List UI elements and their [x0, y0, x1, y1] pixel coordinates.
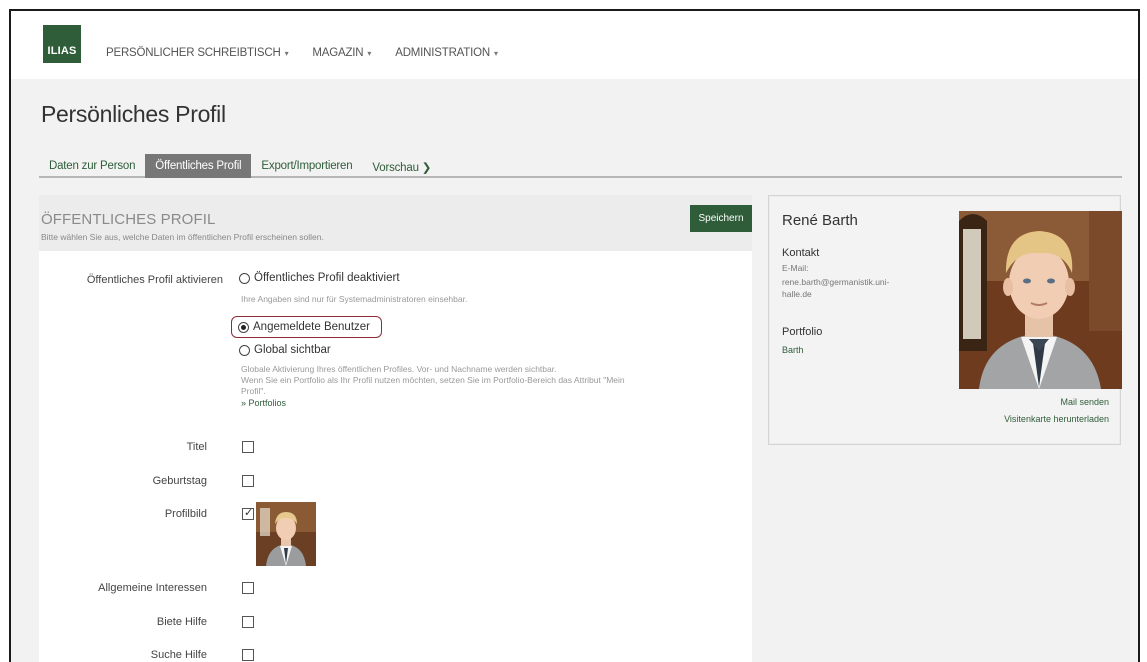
ilias-logo[interactable]: ILIAS [43, 25, 81, 63]
tab-label: Vorschau [372, 162, 419, 174]
profile-picture-thumbnail [256, 502, 316, 566]
checkbox-birthday[interactable] [242, 475, 254, 487]
global-hint-line-1: Globale Aktivierung Ihres öffentlichen P… [241, 364, 557, 374]
tab-label: Export/Importieren [261, 160, 353, 172]
nav-personal-desk[interactable]: PERSÖNLICHER SCHREIBTISCH ▾ [106, 47, 289, 59]
form-subtitle: Bitte wählen Sie aus, welche Daten im öf… [41, 232, 324, 242]
global-hint-line-2: Wenn Sie ein Portfolio als Ihr Profil nu… [241, 375, 625, 385]
radio-profile-disabled[interactable]: Öffentliches Profil deaktiviert [239, 272, 400, 284]
tab-personal-data[interactable]: Daten zur Person [39, 154, 145, 178]
profile-card-inner: René Barth Kontakt E-Mail: rene.barth@ge… [770, 197, 1122, 443]
radio-global-visible[interactable]: Global sichtbar [239, 344, 331, 356]
radio-logged-in-users[interactable]: Angemeldete Benutzer [238, 321, 370, 333]
radio-label: Angemeldete Benutzer [253, 321, 370, 333]
nav-administration[interactable]: ADMINISTRATION ▾ [395, 47, 498, 59]
contact-label: Kontakt [782, 247, 820, 259]
browser-frame: ILIAS PERSÖNLICHER SCHREIBTISCH ▾ MAGAZI… [9, 9, 1140, 662]
tab-label: Daten zur Person [49, 160, 136, 172]
checkbox-offer-help[interactable] [242, 616, 254, 628]
checkbox-looking-for-help[interactable] [242, 649, 254, 661]
profile-name: René Barth [782, 212, 858, 229]
save-button[interactable]: Speichern [690, 205, 752, 232]
tab-bar: Daten zur Person Öffentliches Profil Exp… [39, 154, 1122, 178]
tab-label: Öffentliches Profil [155, 160, 242, 172]
checkbox-profile-picture[interactable] [242, 506, 254, 520]
portfolio-link[interactable]: Barth [782, 345, 804, 355]
chevron-right-icon: ❯ [421, 162, 432, 174]
download-vcard-link[interactable]: Visitenkarte herunterladen [1004, 414, 1109, 424]
form-header: ÖFFENTLICHES PROFIL Bitte wählen Sie aus… [39, 195, 752, 251]
nav-label: ADMINISTRATION [395, 47, 490, 59]
form-body: Öffentliches Profil aktivieren Öffentlic… [39, 251, 752, 662]
profile-card: René Barth Kontakt E-Mail: rene.barth@ge… [768, 195, 1122, 445]
portfolio-label: Portfolio [782, 326, 823, 338]
radio-label: Global sichtbar [254, 344, 331, 356]
email-value-line-2: halle.de [782, 289, 812, 299]
disabled-hint: Ihre Angaben sind nur für Systemadminist… [241, 294, 468, 304]
radio-circle [239, 344, 250, 356]
profile-portrait [959, 211, 1122, 389]
tab-preview[interactable]: Vorschau ❯ [362, 154, 441, 178]
field-label-looking-for-help: Suche Hilfe [150, 649, 207, 661]
caret-down-icon: ▾ [367, 48, 372, 58]
main-nav: PERSÖNLICHER SCHREIBTISCH ▾ MAGAZIN ▾ AD… [106, 47, 498, 59]
tab-export-import[interactable]: Export/Importieren [251, 154, 362, 178]
portfolios-link[interactable]: » Portfolios [241, 398, 286, 408]
checkbox-interests[interactable] [242, 582, 254, 594]
nav-label: PERSÖNLICHER SCHREIBTISCH [106, 47, 281, 59]
field-label-interests: Allgemeine Interessen [98, 582, 207, 594]
field-label-profile-picture: Profilbild [164, 508, 207, 520]
logo-text: ILIAS [47, 45, 77, 57]
tab-public-profile[interactable]: Öffentliches Profil [145, 154, 252, 178]
checkbox-title[interactable] [242, 441, 254, 453]
radio-label: Öffentliches Profil deaktiviert [254, 272, 400, 284]
global-hint-line-3: Profil". [241, 386, 266, 396]
field-label-title: Titel [186, 441, 207, 453]
page-title: Persönliches Profil [41, 101, 226, 127]
email-label: E-Mail: [782, 263, 809, 273]
top-bar: ILIAS PERSÖNLICHER SCHREIBTISCH ▾ MAGAZI… [11, 11, 1138, 79]
email-value-line-1: rene.barth@germanistik.uni- [782, 277, 890, 287]
public-profile-form: ÖFFENTLICHES PROFIL Bitte wählen Sie aus… [39, 195, 752, 662]
caret-down-icon: ▾ [493, 48, 498, 58]
radio-circle-selected [238, 321, 249, 333]
form-title: ÖFFENTLICHES PROFIL [41, 211, 216, 228]
field-label-birthday: Geburtstag [152, 475, 207, 487]
radio-circle [239, 272, 250, 284]
nav-magazin[interactable]: MAGAZIN ▾ [312, 47, 371, 59]
caret-down-icon: ▾ [284, 48, 289, 58]
field-label-offer-help: Biete Hilfe [156, 616, 207, 628]
nav-label: MAGAZIN [312, 47, 364, 59]
activate-profile-label: Öffentliches Profil aktivieren [86, 274, 223, 286]
send-mail-link[interactable]: Mail senden [1060, 397, 1109, 407]
